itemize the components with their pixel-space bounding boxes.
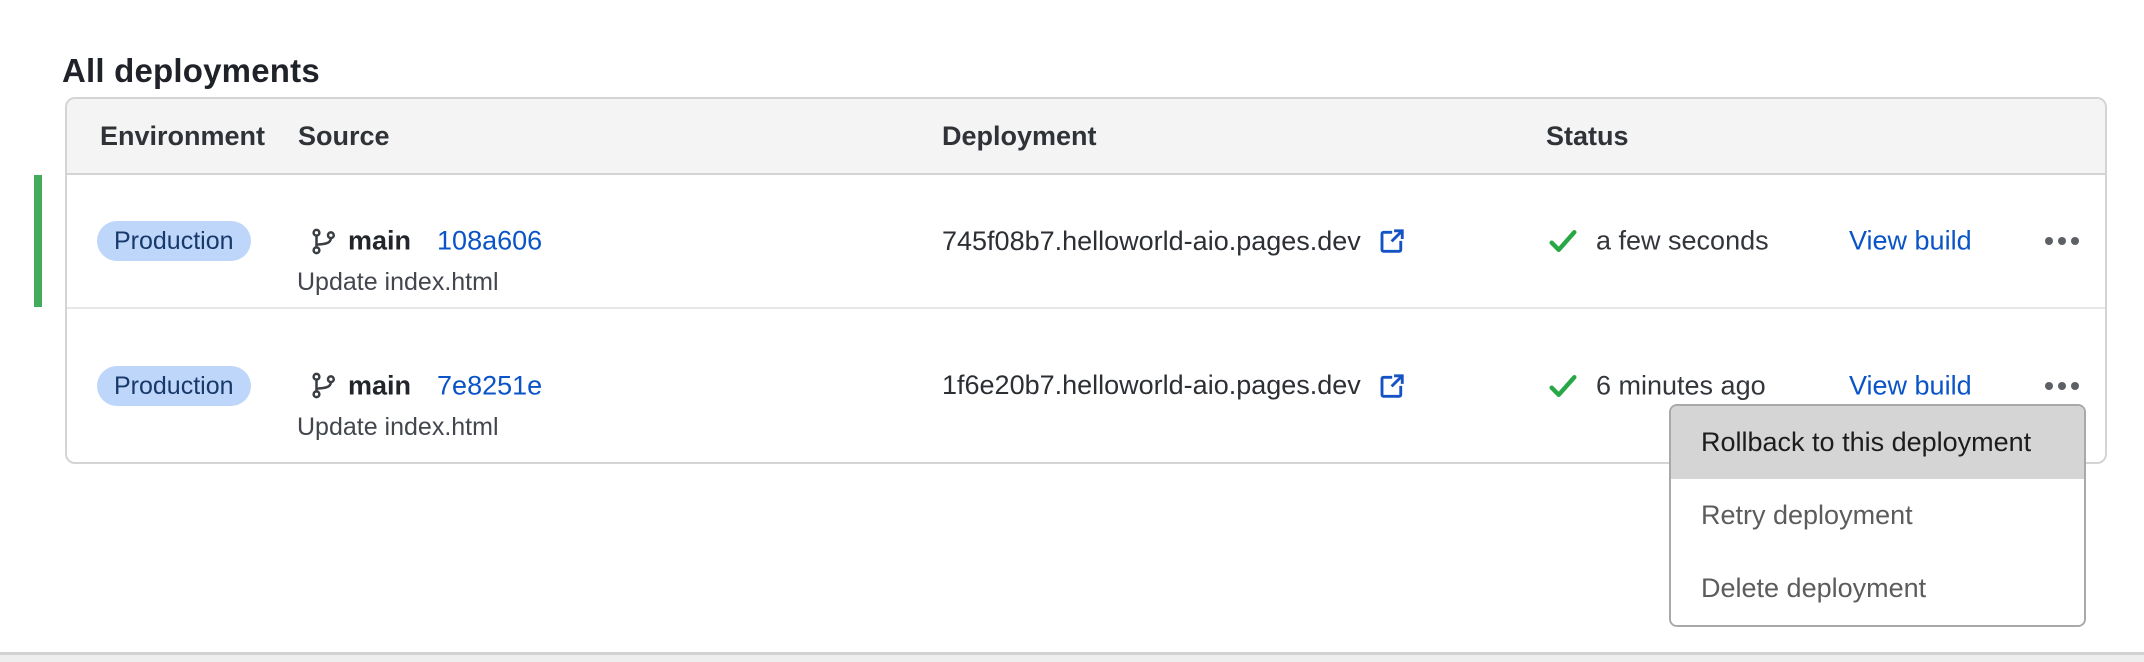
- status-time: 6 minutes ago: [1596, 370, 1766, 401]
- menu-item-retry[interactable]: Retry deployment: [1671, 479, 2084, 552]
- environment-cell: Production: [100, 309, 298, 462]
- status-time: a few seconds: [1596, 226, 1769, 257]
- column-header-source: Source: [298, 121, 942, 152]
- ellipsis-icon: [2045, 382, 2053, 390]
- external-link-icon: [1377, 226, 1407, 256]
- branch-name: main: [348, 370, 411, 401]
- open-deployment-link[interactable]: [1377, 371, 1407, 401]
- view-build-link[interactable]: View build: [1849, 370, 1972, 401]
- view-build-link[interactable]: View build: [1849, 226, 1972, 257]
- open-deployment-link[interactable]: [1377, 226, 1407, 256]
- deployment-cell: 1f6e20b7.helloworld-aio.pages.dev: [942, 309, 1546, 462]
- deployment-url: 1f6e20b7.helloworld-aio.pages.dev: [942, 370, 1361, 401]
- deployment-menu-button[interactable]: [2043, 229, 2081, 253]
- git-branch-icon: [309, 226, 339, 256]
- page-title: All deployments: [62, 52, 320, 90]
- ellipsis-icon: [2045, 237, 2053, 245]
- commit-message: Update index.html: [297, 268, 499, 297]
- menu-item-delete[interactable]: Delete deployment: [1671, 552, 2084, 625]
- deployment-cell: 745f08b7.helloworld-aio.pages.dev: [942, 175, 1546, 307]
- menu-item-rollback[interactable]: Rollback to this deployment: [1671, 406, 2084, 479]
- git-branch-icon: [309, 371, 339, 401]
- environment-badge: Production: [97, 221, 251, 261]
- column-header-status: Status: [1546, 121, 2105, 152]
- source-cell: main 108a606 Update index.html: [298, 175, 942, 307]
- success-check-icon: [1546, 369, 1580, 403]
- success-check-icon: [1546, 224, 1580, 258]
- environment-badge: Production: [97, 366, 251, 406]
- table-header-row: Environment Source Deployment Status: [67, 99, 2105, 175]
- commit-link[interactable]: 7e8251e: [437, 370, 542, 401]
- table-row: Production main 108a606 Update index.htm…: [67, 175, 2105, 309]
- page-bottom-area: [0, 655, 2144, 662]
- external-link-icon: [1377, 371, 1407, 401]
- deployment-url: 745f08b7.helloworld-aio.pages.dev: [942, 226, 1361, 257]
- source-cell: main 7e8251e Update index.html: [298, 309, 942, 462]
- column-header-environment: Environment: [100, 121, 298, 152]
- status-cell: a few seconds View build: [1546, 175, 2105, 307]
- branch-name: main: [348, 226, 411, 257]
- deployment-context-menu: Rollback to this deployment Retry deploy…: [1669, 404, 2086, 627]
- column-header-deployment: Deployment: [942, 121, 1546, 152]
- environment-cell: Production: [100, 175, 298, 307]
- active-deployment-indicator: [34, 175, 42, 307]
- commit-message: Update index.html: [297, 413, 499, 442]
- deployment-menu-button[interactable]: [2043, 374, 2081, 398]
- commit-link[interactable]: 108a606: [437, 226, 542, 257]
